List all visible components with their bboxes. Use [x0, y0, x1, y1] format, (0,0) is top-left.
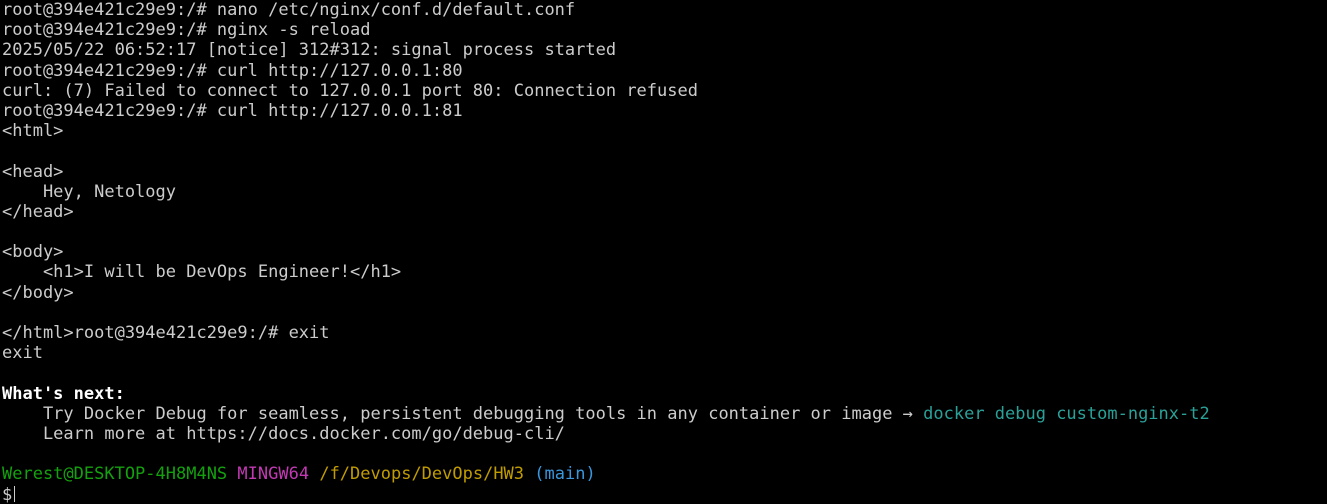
whats-next-label: What's next: — [2, 383, 125, 404]
docker-debug-tip: Try Docker Debug for seamless, persisten… — [2, 404, 1327, 424]
whats-next-heading: What's next: — [2, 384, 1327, 404]
learn-more-line: Learn more at https://docs.docker.com/go… — [2, 423, 565, 444]
output-line: Hey, Netology — [2, 181, 176, 202]
prompt-branch: (main) — [534, 464, 596, 485]
output-line: root@394e421c29e9:/# nano /etc/nginx/con… — [2, 0, 576, 20]
output-line: </head> — [2, 201, 74, 222]
terminal-window[interactable]: root@394e421c29e9:/# nano /etc/nginx/con… — [0, 0, 1327, 504]
output-line: curl: (7) Failed to connect to 127.0.0.1… — [2, 80, 698, 101]
output-line: <h1>I will be DevOps Engineer!</h1> — [2, 262, 402, 283]
output-line: exit — [2, 343, 43, 364]
output-line: <head> — [2, 161, 64, 182]
terminal-output: root@394e421c29e9:/# nano /etc/nginx/con… — [2, 0, 1327, 384]
output-line: root@394e421c29e9:/# curl http://127.0.0… — [2, 100, 463, 121]
output-line: 2025/05/22 06:52:17 [notice] 312#312: si… — [2, 40, 617, 61]
output-line: root@394e421c29e9:/# curl http://127.0.0… — [2, 60, 463, 81]
prompt-system: MINGW64 — [237, 464, 310, 485]
output-line: </body> — [2, 282, 74, 303]
output-line: <html> — [2, 121, 64, 142]
command-input-line[interactable]: $ — [2, 485, 1327, 504]
text-cursor — [14, 485, 16, 502]
tip-text: Try Docker Debug for seamless, persisten… — [2, 403, 924, 424]
prompt-path: /f/Devops/DevOps/HW3 — [319, 464, 525, 485]
output-line: <body> — [2, 242, 64, 263]
prompt-user: Werest@DESKTOP-4H8M4NS — [2, 464, 228, 485]
prompt-symbol: $ — [2, 484, 13, 504]
shell-prompt-line: Werest@DESKTOP-4H8M4NS MINGW64 /f/Devops… — [2, 464, 1327, 484]
output-line: root@394e421c29e9:/# nginx -s reload — [2, 20, 371, 41]
output-line: </html>root@394e421c29e9:/# exit — [2, 323, 330, 343]
tip-command: docker debug custom-nginx-t2 — [923, 403, 1210, 424]
